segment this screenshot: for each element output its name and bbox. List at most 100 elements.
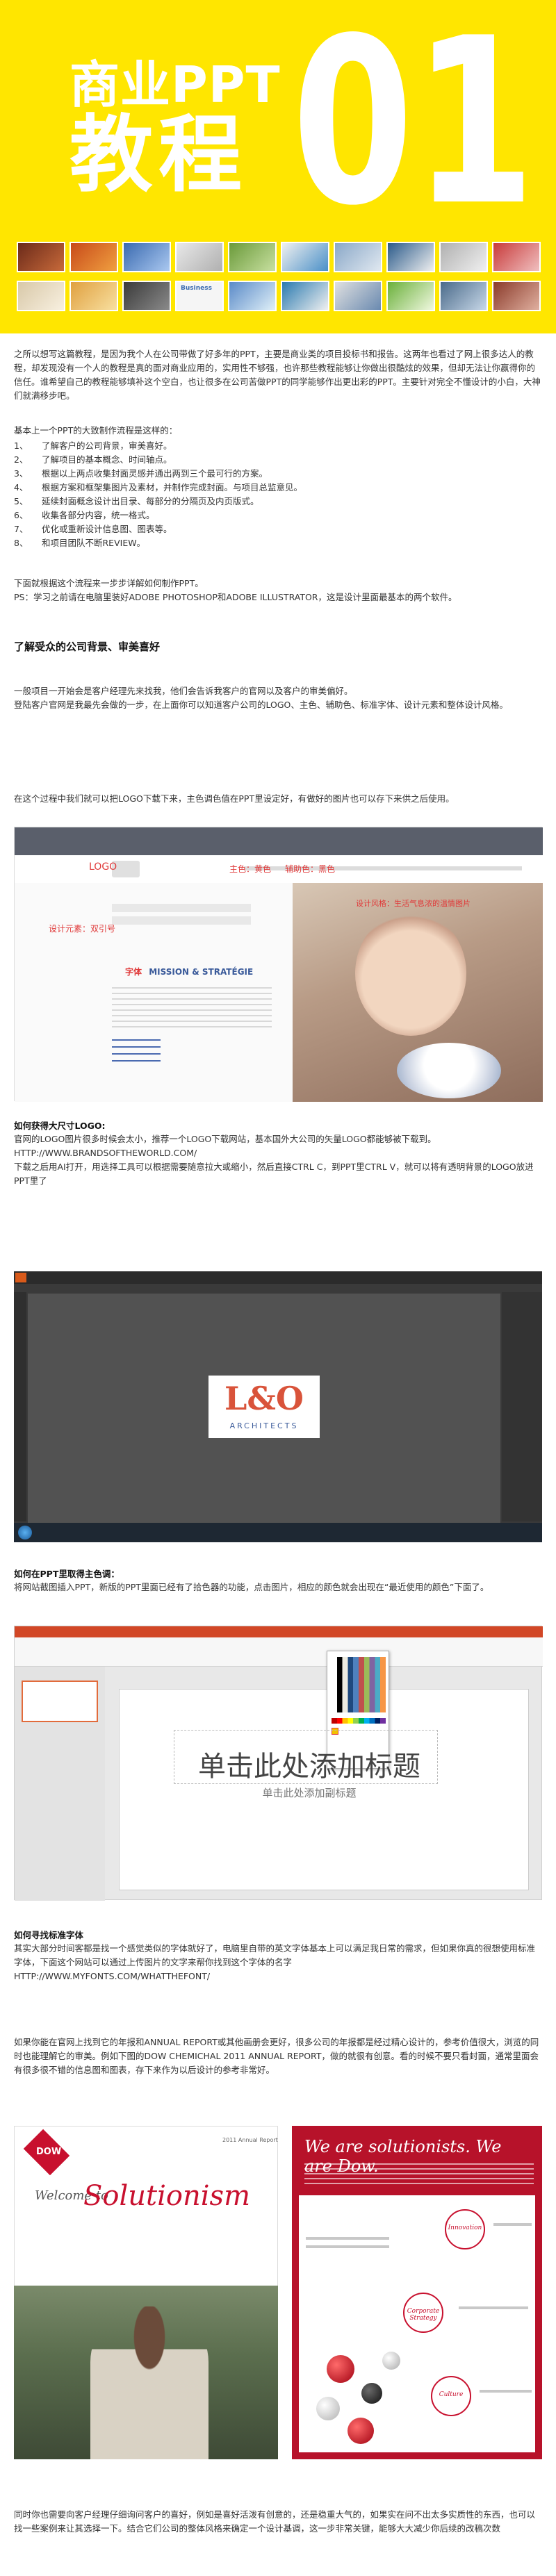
section4-heading: 如何寻找标准字体 xyxy=(14,1930,84,1940)
font-label-name: MISSION & STRATÉGIE xyxy=(149,967,254,977)
step-text: 了解客户的公司背景，审美喜好。 xyxy=(42,440,172,451)
thumbnail xyxy=(492,281,541,311)
section1-heading: 了解受众的公司背景、审美喜好 xyxy=(14,641,161,653)
lo-architects-logo: L&O ARCHITECTS xyxy=(208,1376,320,1438)
side-panel xyxy=(502,1292,542,1521)
thumbnail xyxy=(386,281,435,311)
circle-label: Culture xyxy=(439,2391,464,2398)
bowl xyxy=(397,1043,501,1098)
start-button[interactable] xyxy=(18,1526,32,1539)
logo-label: LOGO xyxy=(89,861,117,873)
molecule-atom xyxy=(327,2355,354,2383)
list-item: 4、 根据方案和框架集图片及素材，并制作完成封面。与项目总监意见。 xyxy=(14,481,542,495)
section4-p1: 其实大部分时间客都是找一个感觉类似的字体就好了，电脑里自带的英文字体基本上可以满… xyxy=(14,1943,536,1967)
closing-text: 同时你也需要向客户经理仔细询问客户的喜好，例如是喜好活泼有创意的，还是稳重大气的… xyxy=(14,2508,542,2536)
swatch-grid xyxy=(332,1657,386,1712)
section4-url[interactable]: HTTP://WWW.MYFONTS.COM/WHATTHEFONT/ xyxy=(14,1970,542,1983)
hero-title-line1: 商业PPT xyxy=(70,56,281,114)
step-text: 根据以上两点收集封面灵感并通出两到三个最可行的方案。 xyxy=(42,468,268,479)
thumbnail xyxy=(17,242,65,272)
content-links xyxy=(112,1039,161,1067)
step-number: 6、 xyxy=(14,510,28,520)
step-text: 收集各部分内容，统一格式。 xyxy=(42,510,155,520)
section2-p1: 官网的LOGO图片很多时候会太小，推荐一个LOGO下载网站，基本国外大公司的矢量… xyxy=(14,1134,436,1144)
molecule-atom xyxy=(382,2352,400,2370)
section3-text: 将网站截图插入PPT，新版的PPT里面已经有了拾色器的功能，点击图片，相应的颜色… xyxy=(14,1580,542,1594)
step-number: 2、 xyxy=(14,454,28,465)
lo-logo-sub: ARCHITECTS xyxy=(229,1421,299,1430)
intro-paragraph: 之所以想写这篇教程，是因为我个人在公司带做了好多年的PPT，主要是商业类的项目投… xyxy=(14,347,542,403)
page: 商业PPT 教程 01 Business 之所以想写这篇教程，是因为我个人在公司… xyxy=(0,0,556,2576)
section2-heading: 如何获得大尺寸LOGO: xyxy=(14,1121,106,1131)
thumbnail-strip: Business xyxy=(17,242,542,317)
thumbnail xyxy=(281,281,329,311)
thumbnail: Business xyxy=(175,281,224,311)
infographic-text xyxy=(459,2306,528,2309)
intro-note2: PS：学习之前请在电脑里装好ADOBE PHOTOSHOP和ADOBE ILLU… xyxy=(14,592,457,602)
thumbnail xyxy=(122,242,171,272)
headline-bar xyxy=(112,904,251,932)
molecule-atom xyxy=(361,2383,382,2404)
ribbon-tabs xyxy=(15,1626,543,1637)
list-item: 5、 延续封面概念设计出目录、每部分的分隔页及内页版式。 xyxy=(14,495,542,509)
section4-text2: 如果你能在官网上找到它的年报和ANNUAL REPORT或其他画册会更好，很多公… xyxy=(14,2036,542,2077)
dow-solutionism-text: Solutionism xyxy=(83,2180,250,2212)
slide-thumbnail[interactable] xyxy=(22,1681,98,1722)
person-figure xyxy=(90,2306,208,2459)
section1-p3: 在这个过程中我们就可以把LOGO下载下来，主色调色值在PPT里设定好，有做好的图… xyxy=(14,793,455,804)
app-menubar xyxy=(14,1271,542,1284)
thumbnail xyxy=(70,281,118,311)
infographic-text xyxy=(306,2245,389,2248)
app-badge xyxy=(15,1273,26,1282)
thumbnail xyxy=(17,281,65,311)
step-text: 和项目团队不断REVIEW。 xyxy=(42,538,146,548)
thumbnail xyxy=(122,281,171,311)
step-number: 7、 xyxy=(14,524,28,534)
content-lines xyxy=(112,987,272,1029)
section1-p2: 登陆客户官网是我最先会做的一步，在上面你可以知道客户公司的LOGO、主色、辅助色… xyxy=(14,700,508,710)
ppt-ribbon xyxy=(15,1626,543,1667)
standard-colors xyxy=(332,1718,386,1724)
section2-url[interactable]: HTTP://WWW.BRANDSOFTHEWORLD.COM/ xyxy=(14,1146,542,1160)
design-style-label: 设计风格：生活气息浓的温情图片 xyxy=(356,899,471,908)
hero-title: 商业PPT 教程 xyxy=(70,56,281,197)
website-topbar xyxy=(15,827,543,855)
infographic-circle: Corporate Strategy xyxy=(403,2293,443,2333)
step-number: 8、 xyxy=(14,538,28,548)
thumbnail xyxy=(386,242,435,272)
section4-p3: 同时你也需要向客户经理仔细询问客户的喜好，例如是喜好活泼有创意的，还是稳重大气的… xyxy=(14,2509,536,2534)
step-number: 5、 xyxy=(14,496,28,506)
infographic-text xyxy=(480,2390,532,2393)
list-item: 2、 了解项目的基本概念、时间轴点。 xyxy=(14,453,542,467)
thumbnail xyxy=(334,281,382,311)
hero-number: 01 xyxy=(292,0,535,256)
font-label: 字体 MISSION & STRATÉGIE xyxy=(125,966,253,977)
circle-label: Innovation xyxy=(448,2224,482,2231)
slide-subtitle-placeholder[interactable]: 单击此处添加副标题 xyxy=(104,1785,514,1800)
taskbar xyxy=(14,1523,542,1542)
infographic-circle: Culture xyxy=(431,2376,471,2416)
thumbnail xyxy=(439,242,488,272)
lo-logo-text: L&O xyxy=(224,1380,304,1417)
slide-title-placeholder[interactable]: 单击此处添加标题 xyxy=(104,1744,514,1784)
list-item: 3、 根据以上两点收集封面灵感并通出两到三个最可行的方案。 xyxy=(14,467,542,481)
hero-number-text: 01 xyxy=(292,0,535,256)
dow-report-tag: 2011 Annual Report xyxy=(222,2137,278,2143)
section2-text: 官网的LOGO图片很多时候会太小，推荐一个LOGO下载网站，基本国外大公司的矢量… xyxy=(14,1132,542,1188)
thumbnail xyxy=(228,242,277,272)
thumbnail xyxy=(334,242,382,272)
font-label-key: 字体 xyxy=(125,967,142,977)
step-text: 根据方案和框架集图片及素材，并制作完成封面。与项目总监意见。 xyxy=(42,482,303,493)
infographic-circle: Innovation xyxy=(445,2209,485,2249)
intro-note1: 下面就根据这个流程来一步步详解如何制作PPT。 xyxy=(14,578,204,588)
list-item: 6、 收集各部分内容，统一格式。 xyxy=(14,509,542,522)
list-item: 8、 和项目团队不断REVIEW。 xyxy=(14,536,542,550)
section3-p1: 将网站截图插入PPT，新版的PPT里面已经有了拾色器的功能，点击图片，相应的颜色… xyxy=(14,1582,489,1592)
steps-heading: 基本上一个PPT的大致制作流程是这样的： xyxy=(14,424,542,438)
design-element-label: 设计元素：双引号 xyxy=(49,924,116,934)
section1-text: 一般项目一开始会是客户经理先来找我，他们会告诉我客户的官网以及客户的审美偏好。 … xyxy=(14,684,542,712)
list-item: 1、 了解客户的公司背景，审美喜好。 xyxy=(14,439,542,453)
child-face xyxy=(355,911,466,1036)
section4-p2: 如果你能在官网上找到它的年报和ANNUAL REPORT或其他画册会更好，很多公… xyxy=(14,2037,539,2075)
step-text: 优化或重新设计信息图、图表等。 xyxy=(42,524,172,534)
